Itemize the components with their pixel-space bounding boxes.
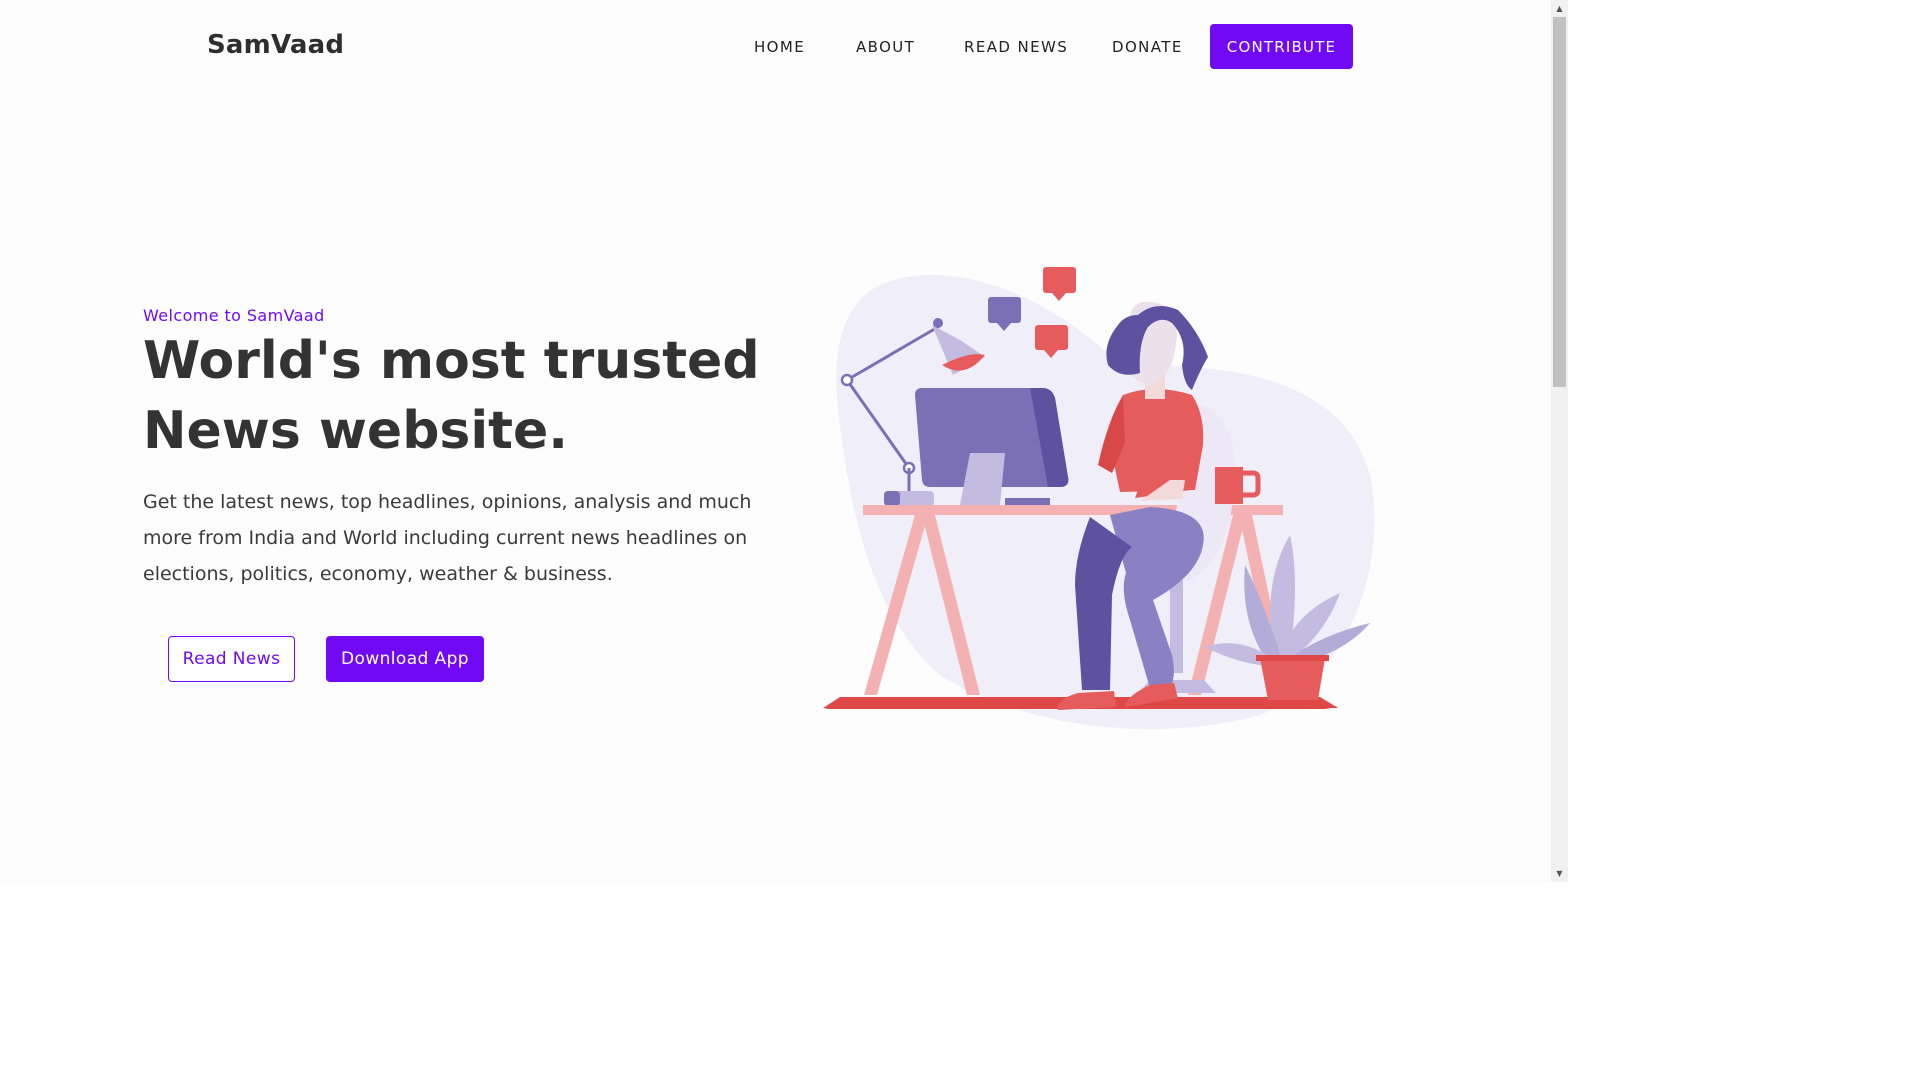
hero-headline-line2: News website. — [143, 401, 569, 461]
nav-read-news-link[interactable]: READ NEWS — [964, 38, 1068, 56]
navbar: SamVaad HOME ABOUT READ NEWS DONATE CONT… — [0, 0, 1551, 92]
contribute-button[interactable]: CONTRIBUTE — [1210, 24, 1353, 69]
hero-eyebrow: Welcome to SamVaad — [143, 306, 325, 325]
chat-bubble-icon — [1043, 267, 1076, 301]
nav-home-link[interactable]: HOME — [754, 38, 805, 56]
brand-logo[interactable]: SamVaad — [207, 30, 344, 60]
woman-at-desk-illustration — [823, 267, 1375, 730]
nav-about-link[interactable]: ABOUT — [856, 38, 915, 56]
read-news-button[interactable]: Read News — [168, 636, 295, 682]
scroll-down-arrow-icon[interactable]: ▼ — [1551, 865, 1568, 882]
page: SamVaad HOME ABOUT READ NEWS DONATE CONT… — [0, 0, 1551, 882]
nav-donate-link[interactable]: DONATE — [1112, 38, 1183, 56]
scroll-thumb[interactable] — [1553, 17, 1566, 387]
hero-headline: World's most trusted News website. — [143, 326, 783, 466]
hero-lead: Get the latest news, top headlines, opin… — [143, 491, 752, 585]
scroll-up-arrow-icon[interactable]: ▲ — [1551, 0, 1568, 17]
download-app-button[interactable]: Download App — [326, 636, 484, 682]
hero-headline-line1: World's most trusted — [143, 331, 760, 391]
window-scrollbar[interactable]: ▲ ▼ — [1551, 0, 1568, 882]
